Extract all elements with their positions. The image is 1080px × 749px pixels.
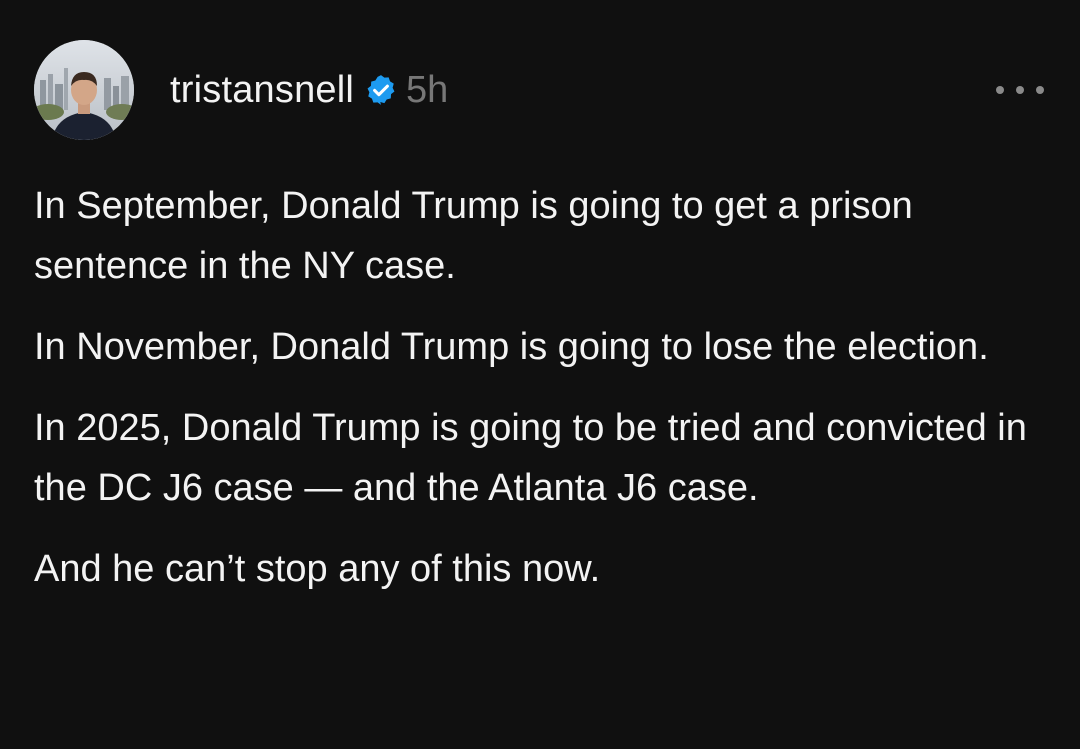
post-body: In September, Donald Trump is going to g… — [34, 176, 1044, 620]
more-dot — [1036, 86, 1044, 94]
post-paragraph-3: In 2025, Donald Trump is going to be tri… — [34, 407, 1027, 509]
avatar[interactable] — [34, 40, 134, 140]
more-dot — [1016, 86, 1024, 94]
post-header: tristansnell 5h — [34, 40, 1044, 140]
thread-post: tristansnell 5h In September, Donald Tru… — [0, 0, 1080, 749]
post-paragraph-1: In September, Donald Trump is going to g… — [34, 185, 913, 287]
post-paragraph-2: In November, Donald Trump is going to lo… — [34, 326, 989, 368]
more-dot — [996, 86, 1004, 94]
username[interactable]: tristansnell — [170, 69, 354, 112]
more-options-icon[interactable] — [996, 78, 1044, 102]
post-paragraph-4: And he can’t stop any of this now. — [34, 548, 601, 590]
post-meta: tristansnell 5h — [170, 66, 448, 114]
verified-badge-icon — [364, 73, 398, 107]
post-timestamp: 5h — [406, 68, 449, 111]
